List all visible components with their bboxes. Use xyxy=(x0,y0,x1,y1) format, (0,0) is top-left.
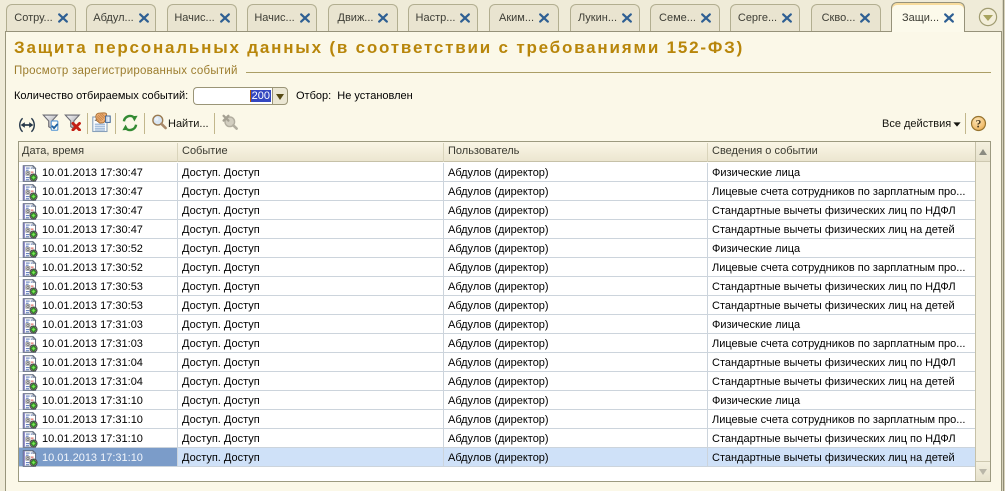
svg-text:?: ? xyxy=(976,119,982,131)
